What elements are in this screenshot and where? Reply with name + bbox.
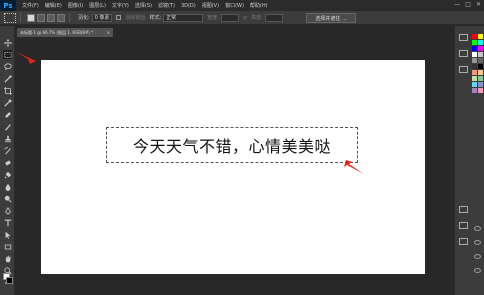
layers-panel-icon[interactable] [459, 206, 468, 213]
rectangle-tool-icon[interactable] [3, 242, 12, 251]
menu-layer[interactable]: 图层(L) [89, 2, 106, 9]
close-button[interactable]: ✕ [476, 1, 481, 8]
layer-visibility-eye-icon[interactable] [474, 268, 481, 273]
color-swatch[interactable] [472, 88, 477, 93]
pen-tool-icon[interactable] [3, 206, 12, 215]
hand-tool-icon[interactable] [3, 254, 12, 263]
width-input[interactable] [220, 13, 239, 22]
dodge-tool-icon[interactable] [3, 194, 12, 203]
options-bar: 羽化: 0 像素 消除锯齿 样式: 正常 宽度: ⇄ 高度: 选择并遮住 ... [0, 11, 484, 25]
color-swatch[interactable] [472, 40, 477, 45]
color-swatch[interactable] [472, 82, 477, 87]
type-tool-icon[interactable] [3, 218, 12, 227]
window-controls: — □ ✕ [454, 1, 481, 8]
brush-tool-icon[interactable] [3, 122, 12, 131]
annotation-arrow-icon [344, 160, 364, 174]
width-label: 宽度: [207, 15, 219, 21]
menu-image[interactable]: 图像(I) [68, 2, 83, 9]
menu-3d[interactable]: 3D(D) [181, 3, 196, 9]
paragraph-panel-icon[interactable] [459, 66, 468, 73]
path-selection-tool-icon[interactable] [3, 230, 12, 239]
menu-edit[interactable]: 编辑(E) [45, 2, 62, 9]
eyedropper-tool-icon[interactable] [3, 98, 12, 107]
color-swatch[interactable] [472, 70, 477, 75]
color-swatch[interactable] [478, 52, 483, 57]
photoshop-logo: Ps [0, 0, 16, 11]
color-swatch[interactable] [478, 70, 483, 75]
color-swatch[interactable] [478, 76, 483, 81]
color-swatch[interactable] [472, 46, 477, 51]
blur-tool-icon[interactable] [3, 182, 12, 191]
color-swatch[interactable] [478, 82, 483, 87]
clone-stamp-tool-icon[interactable] [3, 134, 12, 143]
select-and-mask-button[interactable]: 选择并遮住 ... [306, 13, 356, 23]
eraser-tool-icon[interactable] [3, 158, 12, 167]
color-swatch[interactable] [472, 34, 477, 39]
height-label: 高度: [251, 15, 263, 21]
style-label: 样式: [149, 15, 162, 21]
marquee-tool-icon[interactable] [3, 50, 12, 59]
subtract-selection-button[interactable] [47, 13, 55, 22]
menu-help[interactable]: 帮助(H) [250, 2, 268, 9]
antialias-checkbox[interactable] [116, 15, 122, 20]
annotation-arrow-icon [16, 52, 36, 64]
menu-file[interactable]: 文件(F) [22, 2, 39, 9]
document-canvas[interactable] [41, 60, 425, 274]
add-to-selection-button[interactable] [37, 13, 45, 22]
quick-select-tool-icon[interactable] [3, 74, 12, 83]
swap-icon[interactable]: ⇄ [243, 15, 247, 21]
intersect-selection-button[interactable] [57, 13, 65, 22]
tools-panel [0, 26, 15, 295]
move-tool-icon[interactable] [3, 38, 12, 47]
healing-brush-tool-icon[interactable] [3, 110, 12, 119]
menu-bar: Ps 文件(F) 编辑(E) 图像(I) 图层(L) 文字(Y) 选择(S) 滤… [0, 0, 484, 11]
menu-filter[interactable]: 滤镜(T) [158, 2, 175, 9]
color-swatch[interactable] [478, 40, 483, 45]
menu-view[interactable]: 视图(V) [202, 2, 219, 9]
antialias-label: 消除锯齿 [125, 15, 146, 21]
menu-window[interactable]: 窗口(W) [225, 2, 244, 9]
document-tab-title: 未标题-1 @ 66.7% (图层 1, RGB/8#) * [20, 30, 94, 35]
color-swatch[interactable] [472, 76, 477, 81]
marquee-tool-preset-icon[interactable] [4, 12, 16, 23]
canvas-text-layer[interactable]: 今天天气不错，心情美美哒 [107, 128, 357, 162]
history-brush-tool-icon[interactable] [3, 146, 12, 155]
height-input[interactable] [264, 13, 283, 22]
feather-label: 羽化: [78, 15, 90, 21]
crop-tool-icon[interactable] [3, 86, 12, 95]
style-select[interactable]: 正常 [163, 13, 204, 22]
color-swatch[interactable] [472, 64, 477, 69]
color-swatch[interactable] [472, 52, 477, 57]
color-swatch[interactable] [472, 58, 477, 63]
divider [69, 13, 70, 22]
layer-visibility-eye-icon[interactable] [474, 254, 481, 259]
close-document-icon[interactable]: × [107, 28, 110, 37]
document-tab[interactable]: 未标题-1 @ 66.7% (图层 1, RGB/8#) * × [17, 28, 113, 37]
minimize-button[interactable]: — [454, 1, 460, 8]
paint-bucket-tool-icon[interactable] [3, 170, 12, 179]
background-color-swatch[interactable] [6, 277, 13, 284]
layer-visibility-eye-icon[interactable] [474, 226, 481, 231]
restore-button[interactable]: □ [465, 1, 471, 8]
new-selection-button[interactable] [27, 13, 35, 22]
channels-panel-icon[interactable] [459, 222, 468, 229]
color-swatch[interactable] [478, 58, 483, 63]
color-swatch[interactable] [478, 88, 483, 93]
history-panel-icon[interactable] [459, 34, 468, 41]
color-swatch[interactable] [478, 46, 483, 51]
paths-panel-icon[interactable] [459, 238, 468, 245]
feather-input[interactable]: 0 像素 [91, 13, 113, 22]
lasso-tool-icon[interactable] [3, 62, 12, 71]
properties-panel-icon[interactable] [459, 50, 468, 57]
color-swatch[interactable] [478, 64, 483, 69]
panel-dock [454, 26, 471, 295]
menu-type[interactable]: 文字(Y) [112, 2, 129, 9]
layer-visibility-eye-icon[interactable] [474, 240, 481, 245]
color-swatch[interactable] [478, 34, 483, 39]
menu-select[interactable]: 选择(S) [135, 2, 152, 9]
divider [20, 13, 21, 22]
